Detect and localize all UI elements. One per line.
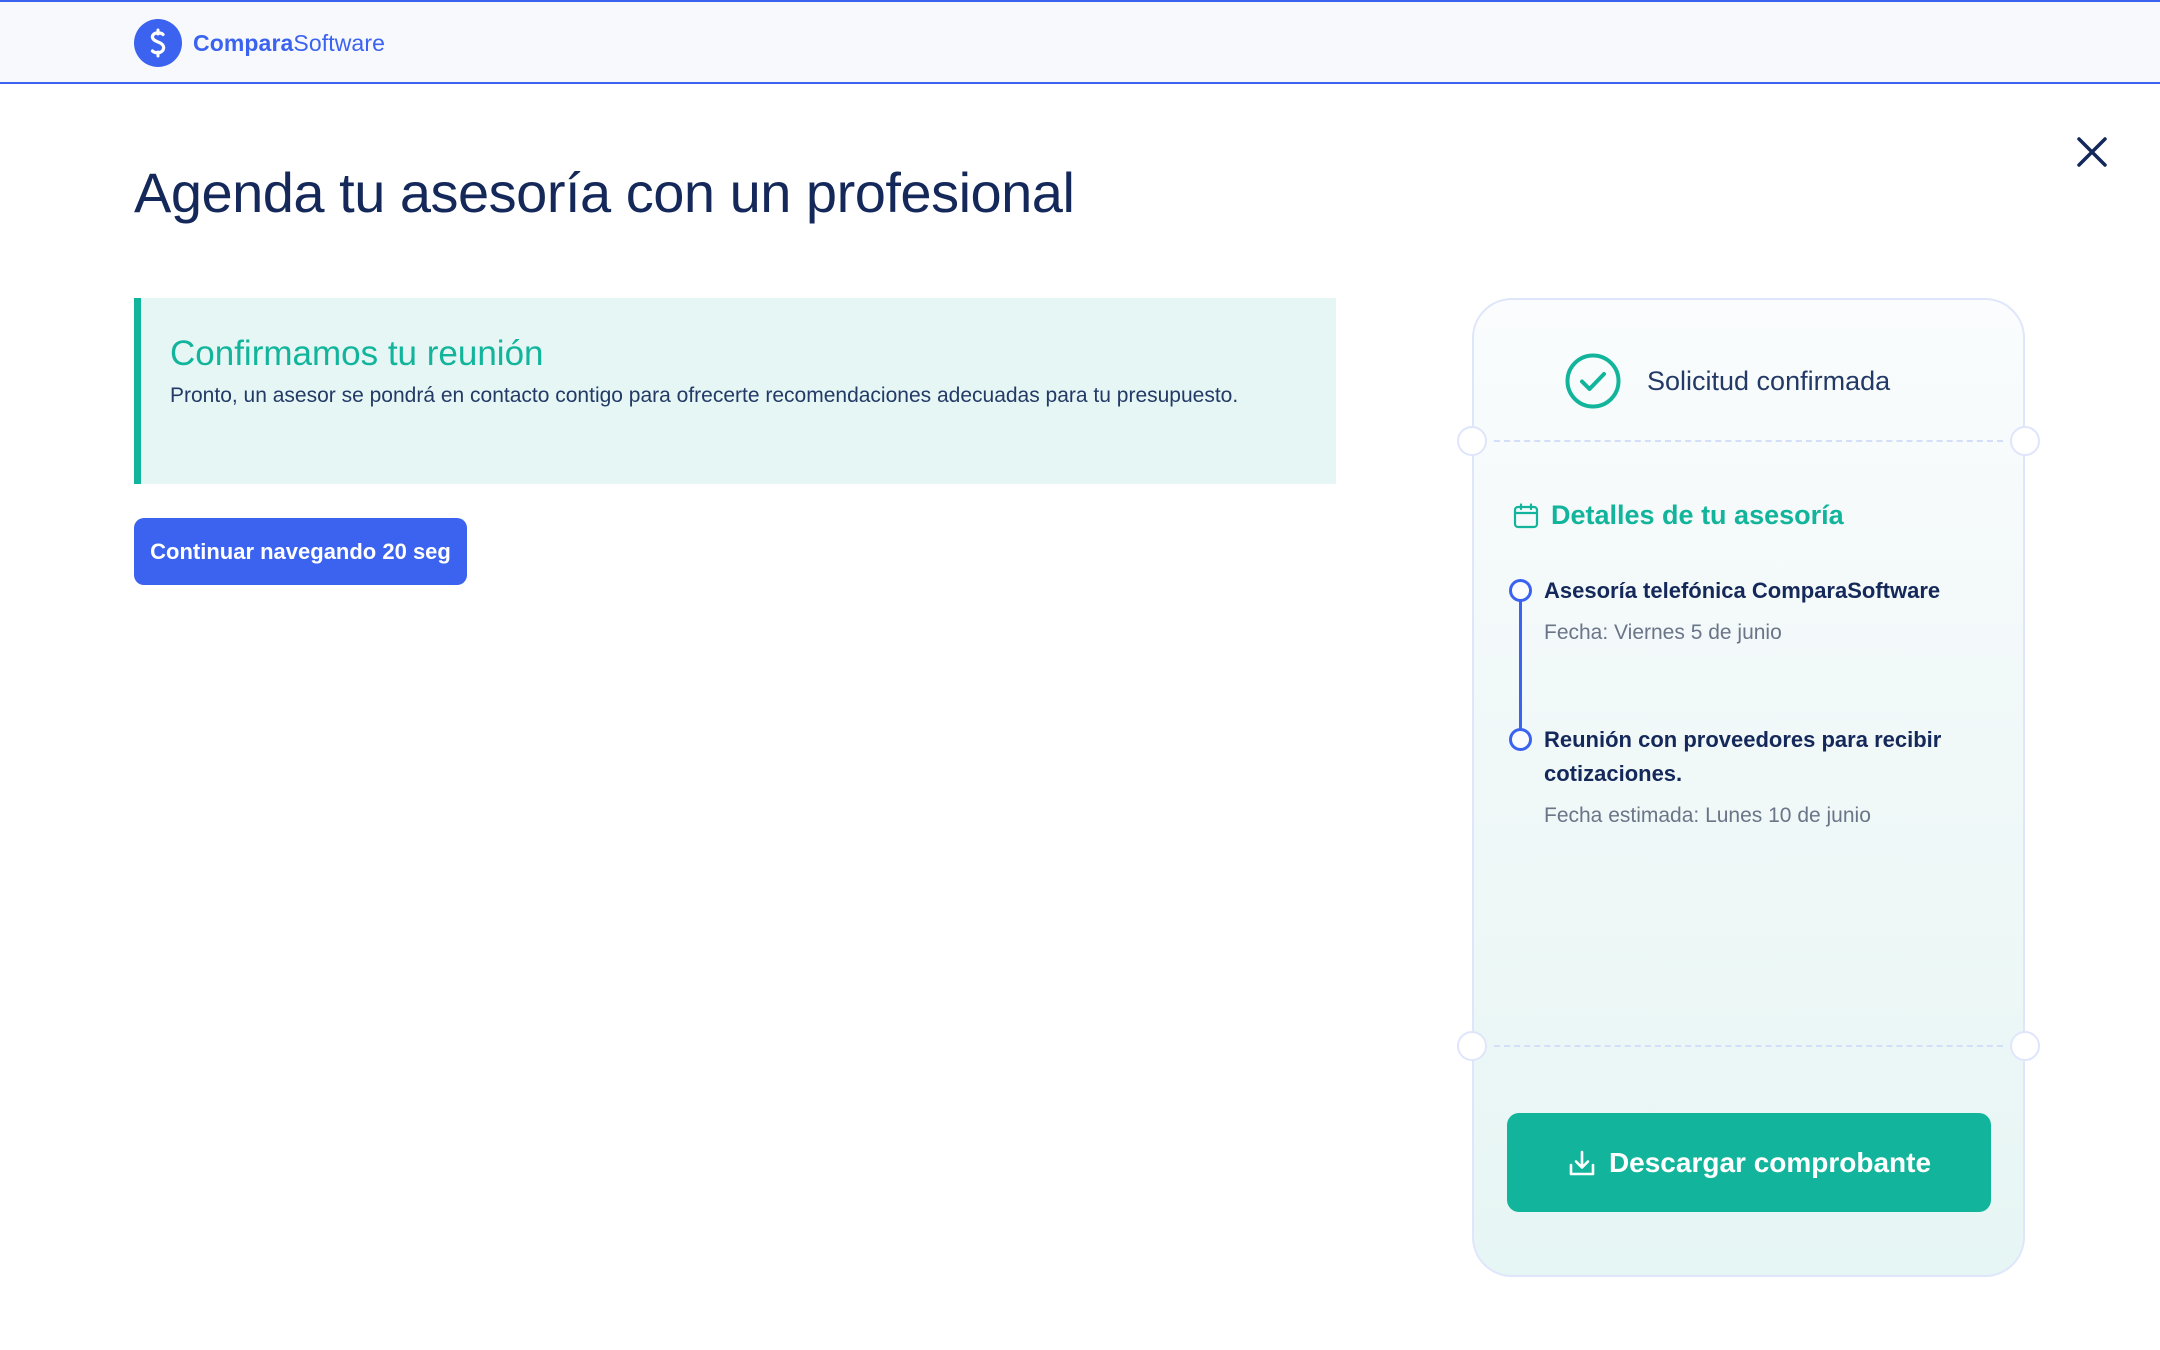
logo-s-icon (134, 19, 182, 67)
details-title: Detalles de tu asesoría (1551, 500, 1844, 530)
ticket-divider (1494, 1045, 2003, 1047)
download-icon (1567, 1148, 1597, 1178)
booking-ticket-card: Solicitud confirmada Detalles de tu ases… (1457, 298, 2040, 1277)
check-circle-icon (1565, 353, 1621, 409)
continue-browsing-button[interactable]: Continuar navegando 20 seg (134, 518, 467, 585)
status-row: Solicitud confirmada (1564, 352, 1890, 410)
logo-brand-light: Software (293, 29, 385, 56)
logo[interactable]: ComparaSoftware (134, 19, 385, 67)
ticket-notch (1457, 1031, 1487, 1061)
details-heading: Detalles de tu asesoría (1513, 500, 1844, 531)
ticket-notch (1457, 426, 1487, 456)
top-bar: ComparaSoftware (0, 0, 2160, 84)
confirmation-notice: Confirmamos tu reunión Pronto, un asesor… (134, 298, 1336, 484)
download-label: Descargar comprobante (1608, 1146, 1932, 1178)
ticket-divider (1494, 440, 2003, 442)
page-title: Agenda tu asesoría con un profesional (134, 161, 1075, 224)
page: ComparaSoftware Agenda tu asesoría con u… (0, 0, 2160, 1350)
timeline-step: Asesoría telefónica ComparaSoftware Fech… (1544, 574, 1984, 648)
ticket-notch (2010, 1031, 2040, 1061)
timeline-step: Reunión con proveedores para recibir cot… (1544, 723, 1984, 831)
close-button[interactable] (2072, 132, 2112, 172)
close-icon (2077, 137, 2107, 167)
notice-title: Confirmamos tu reunión (170, 334, 544, 373)
step-title: Asesoría telefónica ComparaSoftware (1544, 578, 1941, 603)
ticket-notch (2010, 426, 2040, 456)
step-date: Fecha: Viernes 5 de junio (1544, 621, 1782, 644)
logo-brand-bold: Compara (193, 29, 294, 56)
step-date: Fecha estimada: Lunes 10 de junio (1544, 804, 1871, 827)
step-title: Reunión con proveedores para recibir cot… (1544, 727, 1942, 786)
notice-text: Pronto, un asesor se pondrá en contacto … (170, 384, 1239, 407)
timeline-dot (1509, 728, 1532, 751)
timeline-line (1519, 600, 1522, 738)
download-receipt-button[interactable]: Descargar comprobante (1507, 1113, 1991, 1212)
status-text: Solicitud confirmada (1647, 365, 1891, 396)
logo-text: ComparaSoftware (193, 30, 385, 57)
calendar-icon (1513, 502, 1539, 528)
timeline-dot (1509, 579, 1532, 602)
